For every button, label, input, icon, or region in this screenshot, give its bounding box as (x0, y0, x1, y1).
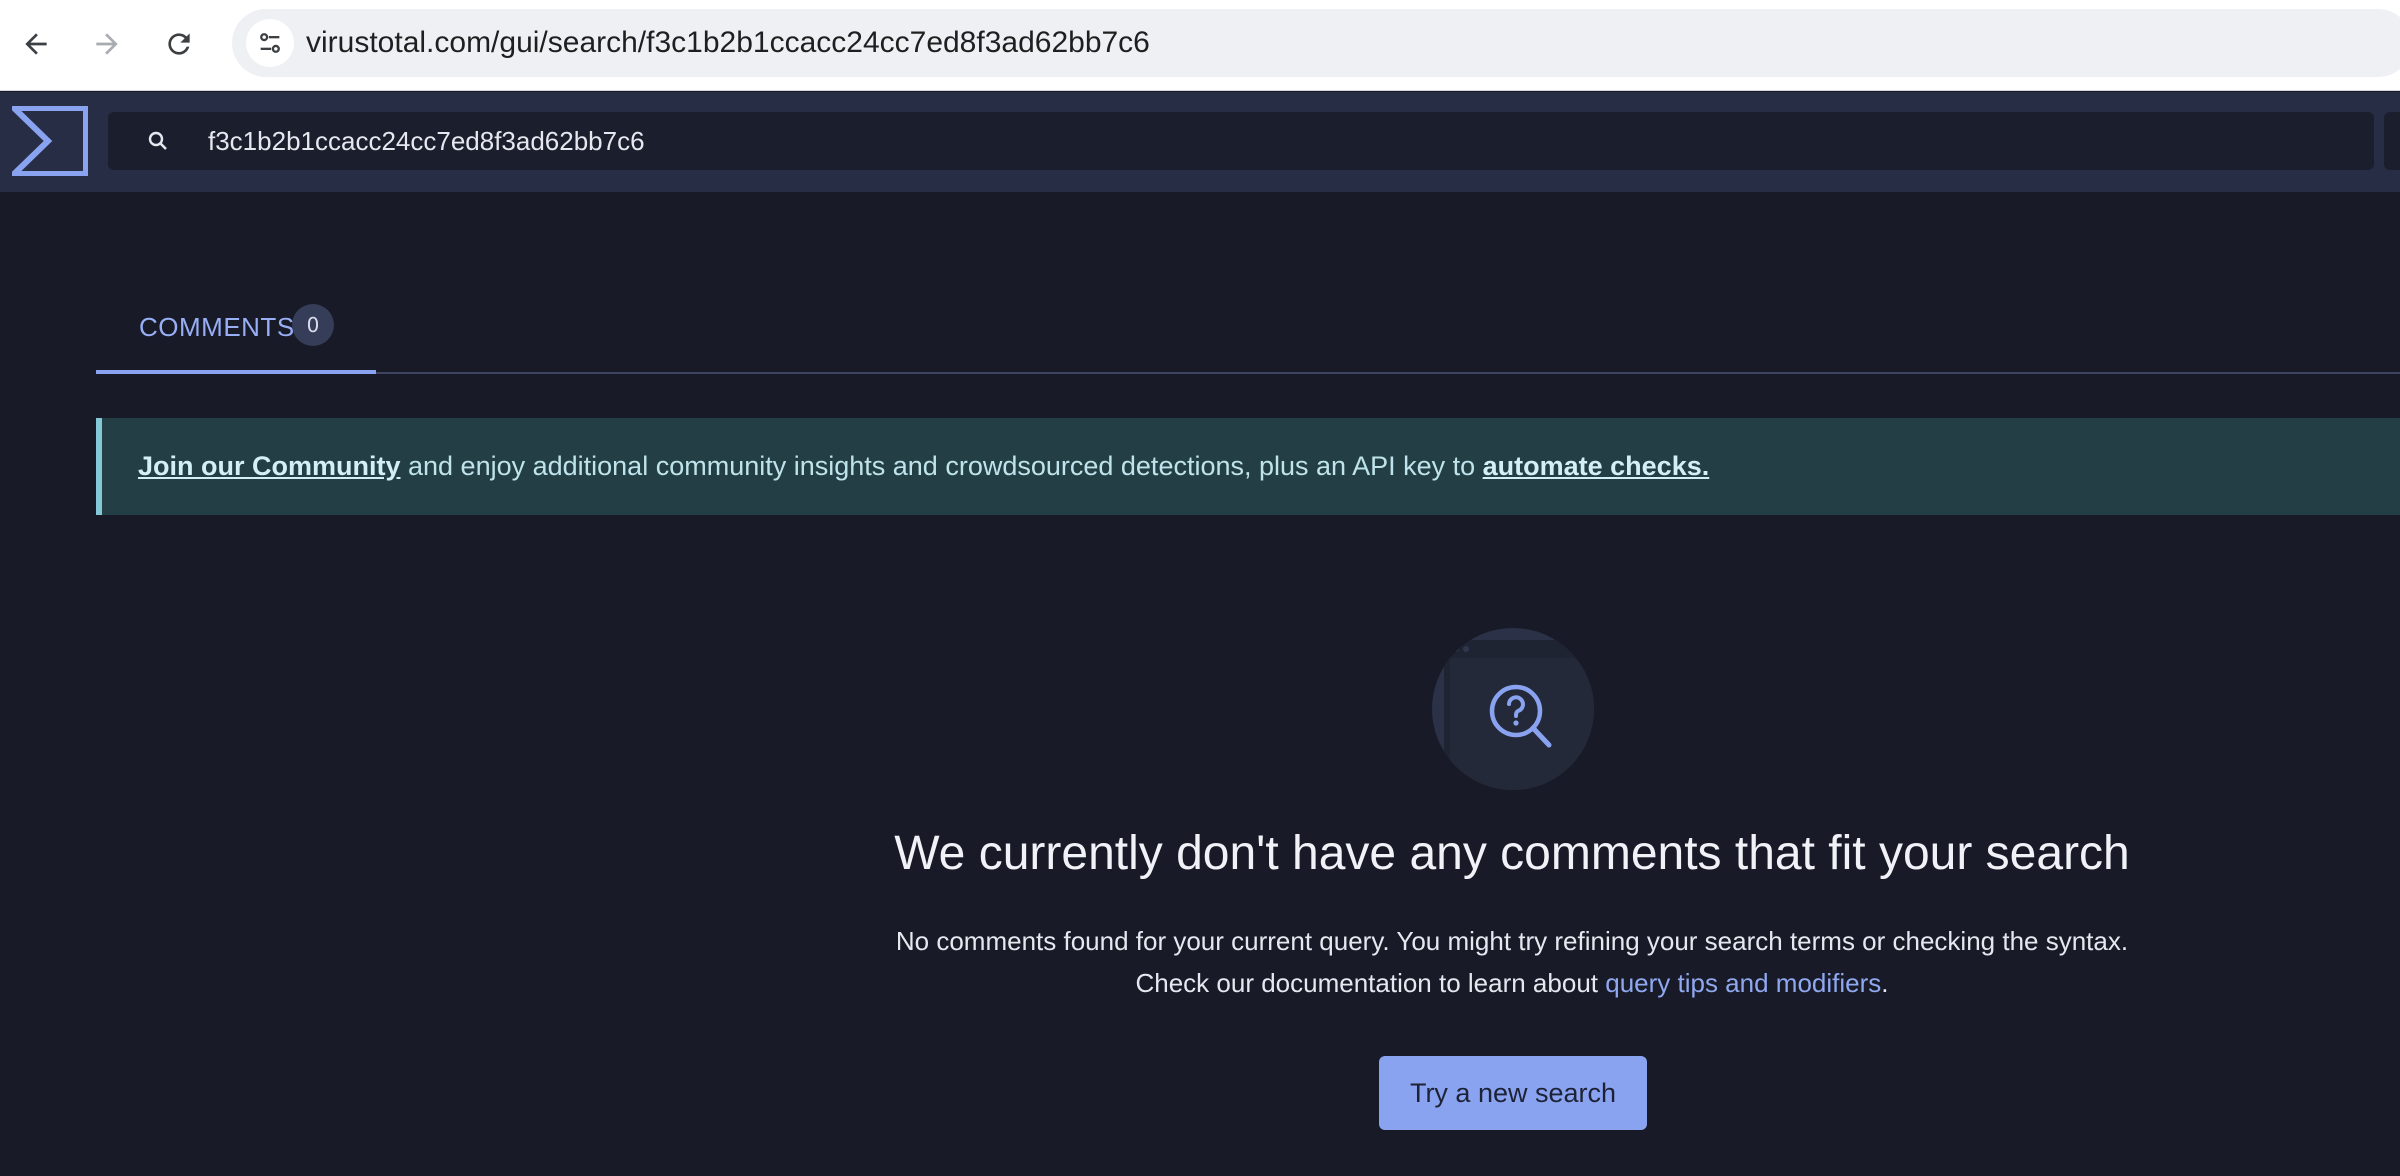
tune-icon (260, 33, 280, 53)
tab-bar: COMMENTS 0 (96, 300, 2400, 374)
try-new-search-button[interactable]: Try a new search (1379, 1056, 1647, 1130)
url-text[interactable]: virustotal.com/gui/search/f3c1b2b1ccacc2… (306, 9, 1150, 77)
empty-state-description: No comments found for your current query… (0, 920, 2400, 1004)
arrow-right-icon (96, 33, 118, 55)
header-action-edge[interactable] (2384, 112, 2400, 170)
join-community-link[interactable]: Join our Community (138, 451, 401, 481)
community-banner: Join our Community and enjoy additional … (96, 418, 2400, 515)
virustotal-logo-icon[interactable] (12, 106, 88, 176)
empty-state-illustration (1432, 628, 1594, 790)
reload-icon (168, 33, 190, 55)
empty-state-title: We currently don't have any comments tha… (894, 827, 2130, 880)
search-bar (108, 112, 2374, 170)
query-tips-link[interactable]: query tips and modifiers (1605, 968, 1881, 998)
reload-button[interactable] (155, 20, 203, 68)
browser-toolbar: virustotal.com/gui/search/f3c1b2b1ccacc2… (0, 0, 2400, 91)
search-question-icon (1444, 640, 1594, 790)
arrow-left-icon (25, 33, 47, 55)
search-icon[interactable] (146, 129, 170, 153)
address-bar[interactable]: virustotal.com/gui/search/f3c1b2b1ccacc2… (232, 9, 2400, 77)
tab-comments-count-badge: 0 (292, 304, 334, 346)
empty-state-line-2: Check our documentation to learn about q… (0, 962, 2400, 1004)
empty-state-line-1: No comments found for your current query… (895, 926, 2129, 956)
forward-button[interactable] (83, 20, 131, 68)
empty-state-line-2-prefix: Check our documentation to learn about (1135, 968, 1606, 998)
tab-comments-label: COMMENTS (139, 312, 295, 342)
automate-checks-link[interactable]: automate checks. (1483, 451, 1710, 481)
app-header (0, 92, 2400, 192)
banner-body-text: and enjoy additional community insights … (400, 451, 1483, 481)
back-button[interactable] (12, 20, 60, 68)
empty-state-line-2-suffix: . (1881, 968, 1889, 998)
site-settings-icon[interactable] (246, 19, 294, 67)
tab-comments[interactable]: COMMENTS 0 (96, 300, 376, 374)
search-input[interactable] (208, 112, 2308, 170)
banner-text: Join our Community and enjoy additional … (138, 418, 1709, 515)
